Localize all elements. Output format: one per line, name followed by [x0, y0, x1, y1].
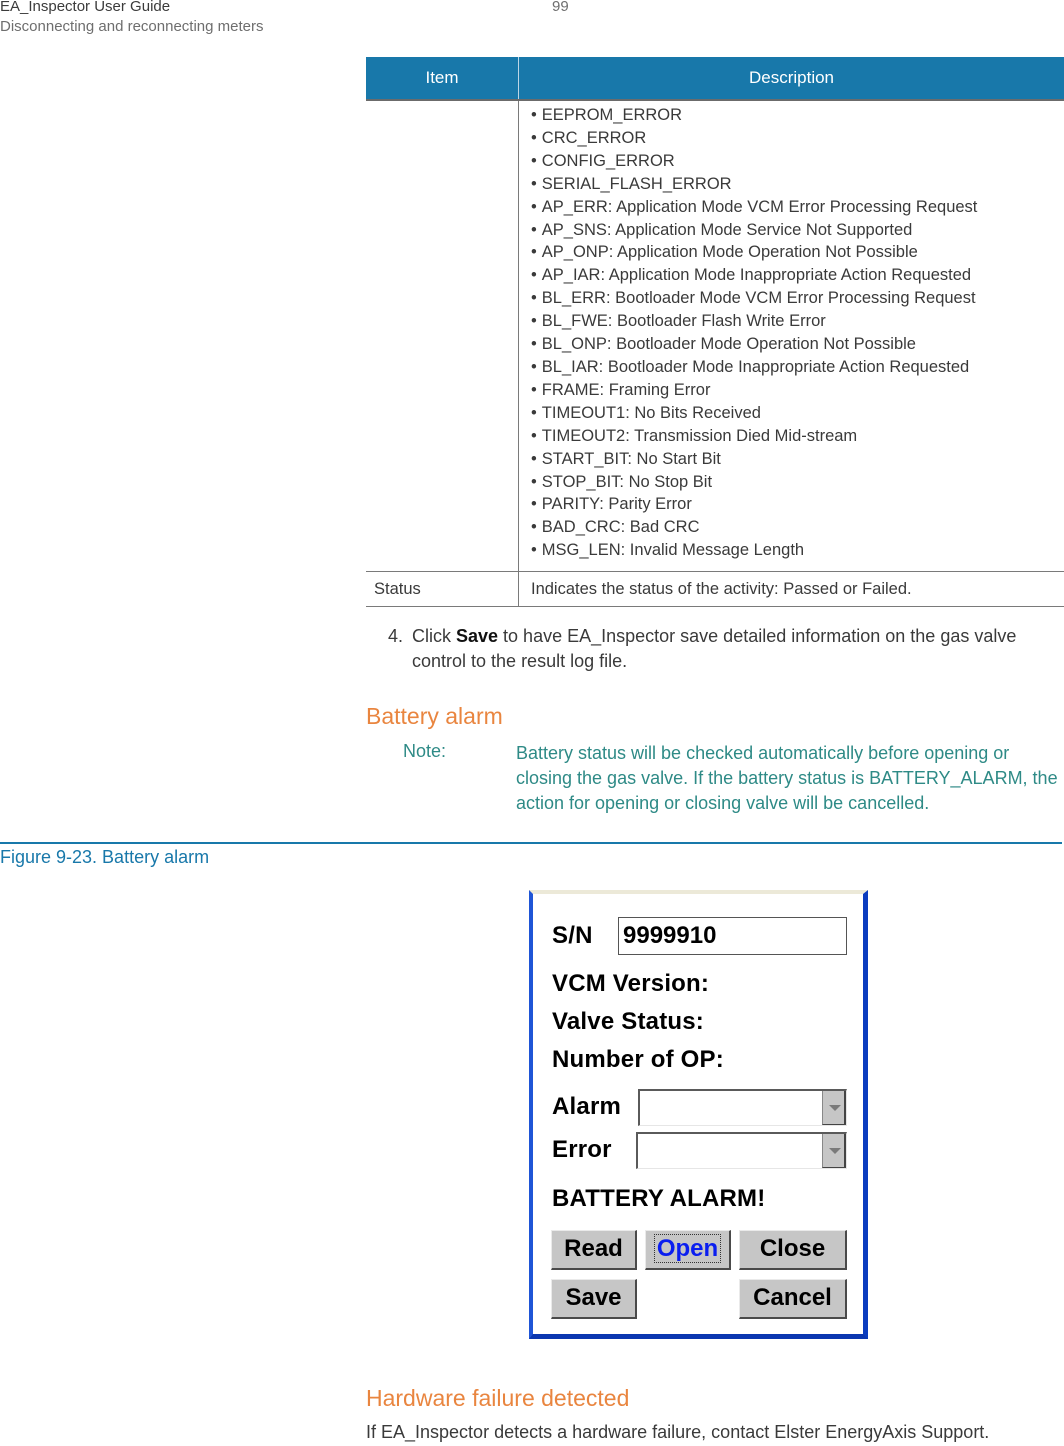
section-title: Disconnecting and reconnecting meters — [0, 18, 264, 35]
error-code-item: BL_ERR: Bootloader Mode VCM Error Proces… — [531, 287, 1064, 310]
table-row: Status Indicates the status of the activ… — [366, 571, 1064, 608]
table-header-row: Item Description — [366, 57, 1064, 101]
hardware-failure-heading: Hardware failure detected — [366, 1385, 630, 1411]
doc-title: EA_Inspector User Guide — [0, 0, 171, 15]
number-of-op-label: Number of OP: — [552, 1046, 724, 1073]
step-text-line1: to have EA_Inspector save detailed infor… — [498, 626, 1017, 646]
error-code-item: FRAME: Framing Error — [531, 379, 1064, 402]
table-row: EEPROM_ERRORCRC_ERRORCONFIG_ERRORSERIAL_… — [366, 100, 1064, 573]
error-code-list: EEPROM_ERRORCRC_ERRORCONFIG_ERRORSERIAL_… — [531, 104, 1064, 562]
note-text: Battery status will be checked automatic… — [516, 743, 1058, 813]
chevron-down-icon[interactable] — [822, 1134, 846, 1168]
item-description-table: Item Description EEPROM_ERRORCRC_ERRORCO… — [366, 57, 1064, 608]
error-code-item: CONFIG_ERROR — [531, 150, 1064, 173]
description-cell: Indicates the status of the activity: Pa… — [518, 571, 1064, 608]
page-number: 99 — [552, 0, 569, 15]
error-code-item: BL_IAR: Bootloader Mode Inappropriate Ac… — [531, 356, 1064, 379]
figure-caption: Figure 9-23. Battery alarm — [0, 847, 210, 867]
item-cell — [366, 100, 519, 573]
note-label: Note: — [403, 741, 447, 761]
step-text-line2: control to the result log file. — [412, 651, 628, 671]
battery-alarm-dialog: S/N 9999910 VCM Version: Valve Status: N… — [529, 890, 868, 1339]
error-code-item: PARITY: Parity Error — [531, 493, 1064, 516]
item-cell: Status — [366, 571, 519, 608]
save-button[interactable]: Save — [551, 1279, 637, 1319]
step-4: 4. Click Save to have EA_Inspector save d… — [388, 624, 1060, 674]
error-code-item: STOP_BIT: No Stop Bit — [531, 471, 1064, 494]
error-code-item: SERIAL_FLASH_ERROR — [531, 173, 1064, 196]
battery-alarm-heading: Battery alarm — [366, 703, 503, 729]
alarm-dropdown[interactable] — [638, 1089, 847, 1126]
vcm-version-label: VCM Version: — [552, 970, 710, 997]
error-dropdown[interactable] — [636, 1132, 847, 1169]
error-code-item: MSG_LEN: Invalid Message Length — [531, 539, 1064, 562]
close-button[interactable]: Close — [739, 1230, 847, 1270]
battery-alarm-message: BATTERY ALARM! — [552, 1185, 766, 1212]
step-text-prefix: Click — [412, 626, 456, 646]
error-label: Error — [552, 1136, 612, 1163]
read-button[interactable]: Read — [551, 1230, 637, 1270]
error-code-item: CRC_ERROR — [531, 127, 1064, 150]
error-code-item: AP_IAR: Application Mode Inappropriate A… — [531, 264, 1064, 287]
alarm-label: Alarm — [552, 1093, 622, 1120]
column-header-description: Description — [518, 57, 1064, 101]
open-button[interactable]: Open — [645, 1230, 731, 1270]
figure-divider — [0, 842, 1062, 844]
open-button-label: Open — [653, 1234, 722, 1263]
chevron-down-icon[interactable] — [822, 1091, 846, 1125]
error-code-item: TIMEOUT1: No Bits Received — [531, 402, 1064, 425]
save-reference: Save — [456, 626, 499, 646]
serial-number-field[interactable]: 9999910 — [618, 917, 847, 955]
error-code-item: START_BIT: No Start Bit — [531, 448, 1064, 471]
error-code-item: AP_SNS: Application Mode Service Not Sup… — [531, 219, 1064, 242]
hardware-failure-text: If EA_Inspector detects a hardware failu… — [366, 1422, 990, 1442]
error-code-item: AP_ERR: Application Mode VCM Error Proce… — [531, 196, 1064, 219]
error-code-item: BAD_CRC: Bad CRC — [531, 516, 1064, 539]
column-header-item: Item — [366, 57, 519, 101]
error-code-item: TIMEOUT2: Transmission Died Mid-stream — [531, 425, 1064, 448]
error-code-item: EEPROM_ERROR — [531, 104, 1064, 127]
step-number: 4. — [388, 626, 404, 646]
cancel-button[interactable]: Cancel — [739, 1279, 847, 1319]
valve-status-label: Valve Status: — [552, 1008, 705, 1035]
sn-label: S/N — [552, 922, 593, 949]
error-code-item: BL_FWE: Bootloader Flash Write Error — [531, 310, 1064, 333]
description-cell: EEPROM_ERRORCRC_ERRORCONFIG_ERRORSERIAL_… — [518, 100, 1064, 573]
error-code-item: AP_ONP: Application Mode Operation Not P… — [531, 241, 1064, 264]
error-code-item: BL_ONP: Bootloader Mode Operation Not Po… — [531, 333, 1064, 356]
